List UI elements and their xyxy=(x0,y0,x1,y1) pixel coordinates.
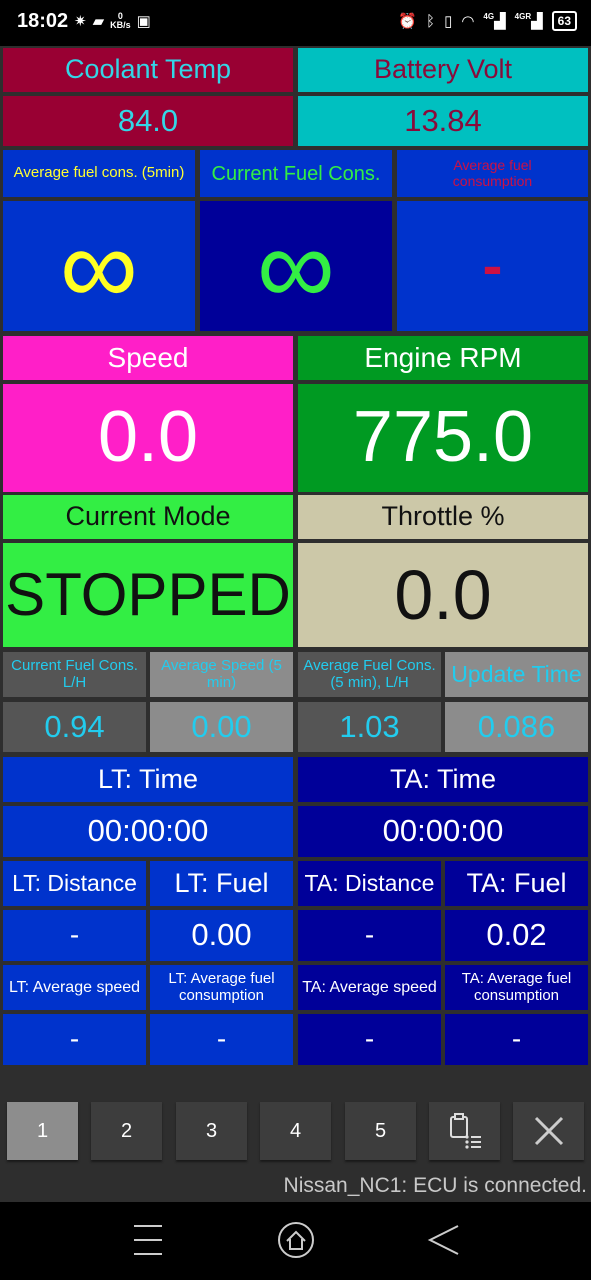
ta-avg-speed-label: TA: Average speed xyxy=(298,965,441,1010)
clock: 18:02 xyxy=(17,10,69,32)
small-stat-label: Current Fuel Cons. L/H xyxy=(3,652,146,697)
clipboard-list-icon xyxy=(449,1113,481,1149)
small-stat-label: Average Speed (5 min) xyxy=(150,652,293,697)
speed-label: Speed xyxy=(3,336,293,380)
small-stat-value: 0.086 xyxy=(445,702,588,752)
page-button-2[interactable]: 2 xyxy=(91,1102,162,1160)
small-stat-label: Average Fuel Cons. (5 min), L/H xyxy=(298,652,441,697)
connection-status: Nissan_NC1: ECU is connected. xyxy=(283,1174,587,1197)
signal-icon-2: 4GR▟ xyxy=(514,12,543,30)
engine-rpm-label: Engine RPM xyxy=(298,336,588,380)
signal-icon-1: 4G▟ xyxy=(483,12,506,30)
lt-distance-label: LT: Distance xyxy=(3,861,146,906)
speed-value: 0.0 xyxy=(3,384,293,492)
small-stat-value: 0.00 xyxy=(150,702,293,752)
coolant-temp-label: Coolant Temp xyxy=(3,48,293,92)
wifi-icon: ◠ xyxy=(461,13,475,30)
page-button-3[interactable]: 3 xyxy=(176,1102,247,1160)
current-fuel-label: Current Fuel Cons. xyxy=(200,150,392,197)
lt-avg-fuel-label: LT: Average fuel consumption xyxy=(150,965,293,1010)
avg-fuel-value: - xyxy=(397,201,588,331)
avg-fuel-5min-value: ∞ xyxy=(3,201,195,331)
close-button[interactable] xyxy=(513,1102,584,1160)
current-mode-label: Current Mode xyxy=(3,495,293,539)
page-button-1[interactable]: 1 xyxy=(7,1102,78,1160)
home-icon xyxy=(278,1222,314,1258)
avg-fuel-label: Average fuel consumption xyxy=(397,150,588,197)
throttle-value: 0.0 xyxy=(298,543,588,647)
logs-button[interactable] xyxy=(429,1102,500,1160)
dashboard: Coolant Temp Battery Volt 84.0 13.84 Ave… xyxy=(0,46,591,1070)
current-fuel-value: ∞ xyxy=(200,201,392,331)
bottom-toolbar: 1 2 3 4 5 Nissan_NC1: ECU is connected. xyxy=(0,1070,591,1202)
small-stat-value: 1.03 xyxy=(298,702,441,752)
engine-rpm-value: 775.0 xyxy=(298,384,588,492)
lt-avg-fuel-value: - xyxy=(150,1014,293,1065)
ta-avg-fuel-value: - xyxy=(445,1014,588,1065)
ta-fuel-value: 0.02 xyxy=(445,910,588,961)
ta-distance-label: TA: Distance xyxy=(298,861,441,906)
lt-fuel-value: 0.00 xyxy=(150,910,293,961)
lt-fuel-label: LT: Fuel xyxy=(150,861,293,906)
vibrate-icon: ▯ xyxy=(444,13,453,30)
ta-fuel-label: TA: Fuel xyxy=(445,861,588,906)
back-icon xyxy=(427,1225,459,1255)
throttle-label: Throttle % xyxy=(298,495,588,539)
close-icon xyxy=(534,1116,563,1146)
lt-distance-value: - xyxy=(3,910,146,961)
menu-icon xyxy=(134,1225,162,1255)
small-stat-label: Update Time xyxy=(445,652,588,697)
nav-home-button[interactable] xyxy=(276,1220,316,1260)
ta-time-value: 00:00:00 xyxy=(298,806,588,857)
car-icon: ▰ xyxy=(92,13,105,30)
ta-time-label: TA: Time xyxy=(298,757,588,802)
coolant-temp-value: 84.0 xyxy=(3,96,293,146)
status-bar: 18:02 ✷ ▰ 0 KB/s ▣ ⏰ ᛒ ▯ ◠ 4G▟ 4GR▟ 63 xyxy=(0,0,591,46)
lt-time-value: 00:00:00 xyxy=(3,806,293,857)
sparkle-icon: ✷ xyxy=(74,13,87,30)
battery-volt-value: 13.84 xyxy=(298,96,588,146)
battery-volt-label: Battery Volt xyxy=(298,48,588,92)
network-speed: 0 KB/s xyxy=(110,11,131,30)
nav-back-button[interactable] xyxy=(424,1220,464,1260)
lt-time-label: LT: Time xyxy=(3,757,293,802)
page-button-5[interactable]: 5 xyxy=(345,1102,416,1160)
ta-avg-speed-value: - xyxy=(298,1014,441,1065)
avg-fuel-5min-label: Average fuel cons. (5min) xyxy=(3,150,195,197)
battery-indicator: 63 xyxy=(551,11,577,31)
nav-menu-button[interactable] xyxy=(128,1220,168,1260)
lt-avg-speed-value: - xyxy=(3,1014,146,1065)
ta-avg-fuel-label: TA: Average fuel consumption xyxy=(445,965,588,1010)
system-nav-bar xyxy=(0,1202,591,1280)
current-mode-value: STOPPED xyxy=(3,543,293,647)
bluetooth-icon: ᛒ xyxy=(426,12,436,30)
ta-distance-value: - xyxy=(298,910,441,961)
image-icon: ▣ xyxy=(136,13,151,30)
small-stat-value: 0.94 xyxy=(3,702,146,752)
alarm-icon: ⏰ xyxy=(398,13,418,30)
lt-avg-speed-label: LT: Average speed xyxy=(3,965,146,1010)
page-button-4[interactable]: 4 xyxy=(260,1102,331,1160)
